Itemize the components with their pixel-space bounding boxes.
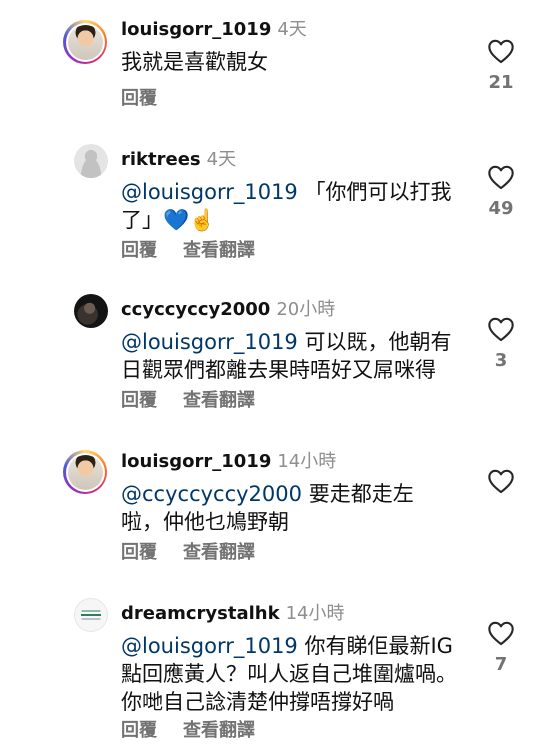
timestamp: 4天 bbox=[206, 149, 237, 170]
like-count: 21 bbox=[488, 72, 514, 93]
avatar[interactable] bbox=[63, 450, 107, 494]
comment-header: dreamcrystalhk 14小時 bbox=[121, 602, 344, 626]
reply-button[interactable]: 回覆 bbox=[121, 236, 157, 262]
comment-item: louisgorr_1019 4天 我就是喜歡靚女 回覆 21 bbox=[0, 18, 540, 118]
see-translation-button[interactable]: 查看翻譯 bbox=[183, 236, 255, 262]
comment-item: ccyccyccy2000 20小時 @louisgorr_1019 可以既，他朝… bbox=[0, 294, 540, 418]
reply-button[interactable]: 回覆 bbox=[121, 386, 157, 412]
reply-button[interactable]: 回覆 bbox=[121, 538, 157, 564]
mention-link[interactable]: @ccyccyccy2000 bbox=[121, 482, 302, 506]
username-link[interactable]: dreamcrystalhk bbox=[121, 603, 280, 624]
mention-link[interactable]: @louisgorr_1019 bbox=[121, 180, 298, 204]
comment-text: @louisgorr_1019 「你們可以打我了」💙☝️ bbox=[121, 180, 452, 232]
mention-link[interactable]: @louisgorr_1019 bbox=[121, 330, 298, 354]
comment-actions: 回覆 查看翻譯 bbox=[121, 716, 281, 742]
comment-item: riktrees 4天 @louisgorr_1019 「你們可以打我了」💙☝️ … bbox=[0, 144, 540, 268]
mention-link[interactable]: @louisgorr_1019 bbox=[121, 634, 298, 658]
comment-actions: 回覆 查看翻譯 bbox=[121, 386, 281, 412]
avatar[interactable] bbox=[63, 20, 107, 64]
username-link[interactable]: ccyccyccy2000 bbox=[121, 299, 270, 320]
comment-text: @ccyccyccy2000 要走都走左啦，仲他乜鳩野朝 bbox=[121, 482, 414, 534]
avatar[interactable] bbox=[74, 598, 108, 632]
comment-text: @louisgorr_1019 你有睇佢最新IG點回應黃人？叫人返自己堆圍爐喎。… bbox=[121, 634, 457, 714]
comment-text: 我就是喜歡靚女 bbox=[121, 50, 268, 74]
like-count: 3 bbox=[494, 350, 508, 371]
see-translation-button[interactable]: 查看翻譯 bbox=[183, 716, 255, 742]
comment-header: ccyccyccy2000 20小時 bbox=[121, 298, 335, 322]
comment-header: louisgorr_1019 4天 bbox=[121, 18, 307, 42]
timestamp: 14小時 bbox=[285, 603, 345, 624]
heart-outline-icon[interactable] bbox=[487, 316, 515, 342]
comment-item: louisgorr_1019 14小時 @ccyccyccy2000 要走都走左啦… bbox=[0, 450, 540, 570]
comment-header: riktrees 4天 bbox=[121, 148, 236, 172]
see-translation-button[interactable]: 查看翻譯 bbox=[183, 386, 255, 412]
heart-outline-icon[interactable] bbox=[487, 164, 515, 190]
timestamp: 4天 bbox=[277, 19, 307, 40]
comment-actions: 回覆 bbox=[121, 84, 183, 110]
reply-button[interactable]: 回覆 bbox=[121, 84, 157, 110]
comment-actions: 回覆 查看翻譯 bbox=[121, 538, 281, 564]
see-translation-button[interactable]: 查看翻譯 bbox=[183, 538, 255, 564]
heart-outline-icon[interactable] bbox=[487, 38, 515, 64]
username-link[interactable]: louisgorr_1019 bbox=[121, 451, 271, 472]
timestamp: 20小時 bbox=[276, 299, 336, 320]
comment-actions: 回覆 查看翻譯 bbox=[121, 236, 281, 262]
like-count: 7 bbox=[494, 654, 508, 675]
avatar[interactable] bbox=[74, 294, 108, 328]
username-link[interactable]: riktrees bbox=[121, 149, 201, 170]
reply-button[interactable]: 回覆 bbox=[121, 716, 157, 742]
like-count: 49 bbox=[488, 198, 514, 219]
username-link[interactable]: louisgorr_1019 bbox=[121, 19, 271, 40]
comment-item: dreamcrystalhk 14小時 @louisgorr_1019 你有睇佢最… bbox=[0, 598, 540, 746]
heart-outline-icon[interactable] bbox=[487, 620, 515, 646]
avatar[interactable] bbox=[74, 144, 108, 178]
timestamp: 14小時 bbox=[277, 451, 337, 472]
heart-outline-icon[interactable] bbox=[487, 468, 515, 494]
comment-text: @louisgorr_1019 可以既，他朝有日觀眾們都離去果時唔好又屌咪得 bbox=[121, 330, 452, 382]
comment-header: louisgorr_1019 14小時 bbox=[121, 450, 336, 474]
